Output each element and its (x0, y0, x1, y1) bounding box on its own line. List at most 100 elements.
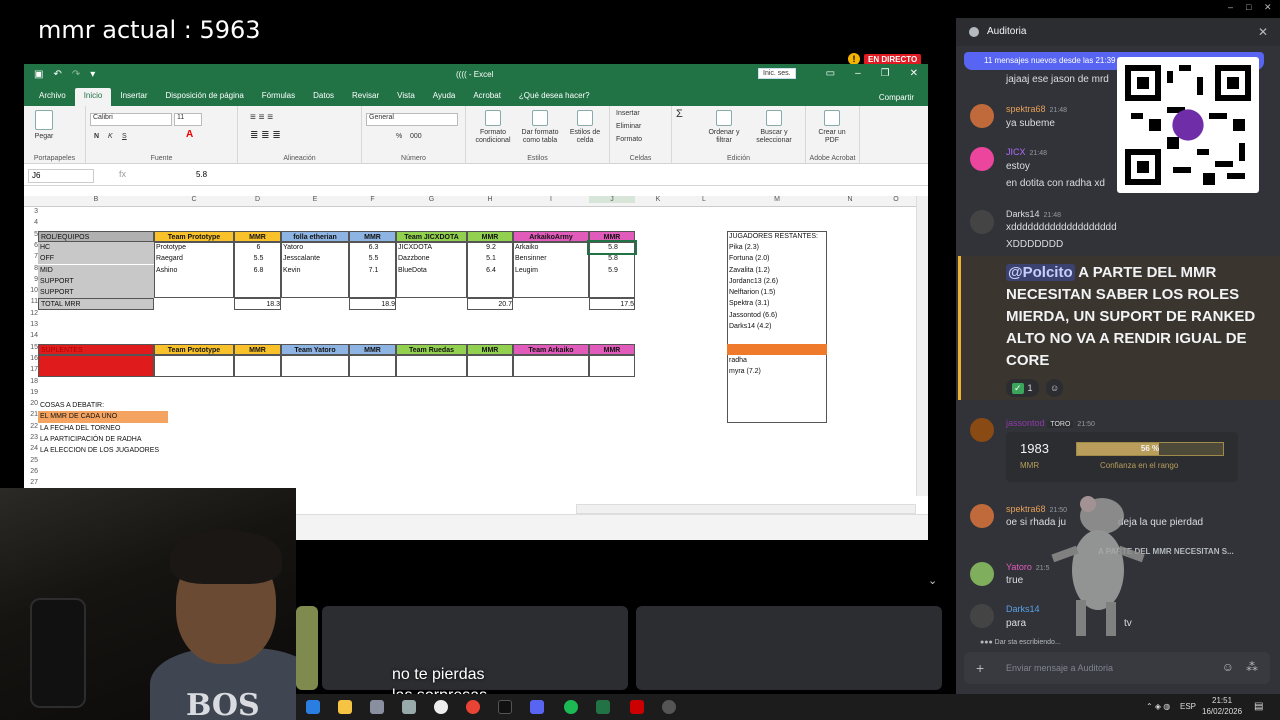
row-header[interactable]: 16 (24, 355, 38, 362)
suplentes-cell[interactable] (513, 354, 589, 378)
col-header[interactable]: I (513, 196, 589, 203)
avatar[interactable] (970, 562, 994, 586)
col-header[interactable]: G (396, 196, 467, 203)
cell-styles-button[interactable]: Estilos de celda (566, 110, 604, 145)
debate-cell[interactable]: LA ELECCION DE LOS JUGADORES (38, 445, 168, 456)
close-icon[interactable]: ✕ (910, 68, 918, 79)
app-icon[interactable] (402, 700, 416, 714)
row-header[interactable]: 19 (24, 389, 38, 396)
role-cell[interactable]: OFF (38, 253, 154, 265)
message-input[interactable]: + Enviar mensaje a Auditoria ☺ ⁂ (964, 652, 1270, 684)
avatar[interactable] (970, 210, 994, 234)
sort-filter-button[interactable]: Ordenar y filtrar (702, 110, 746, 145)
paste-button[interactable]: Pegar (32, 110, 56, 141)
col-header[interactable]: E (281, 196, 349, 203)
remaining-player[interactable]: Spektra (3.1) (727, 298, 827, 309)
player-cell[interactable]: JICXDOTA (396, 242, 467, 253)
col-header[interactable]: B (38, 196, 154, 203)
player-cell[interactable]: Ashino (154, 265, 234, 276)
edge-icon[interactable] (306, 700, 320, 714)
table2-header-cell[interactable]: Team Yatoro (281, 343, 349, 355)
cond-format-button[interactable]: Formato condicional (472, 110, 514, 145)
remaining-player[interactable]: Nelftarion (1.5) (727, 287, 827, 298)
table1-header-cell[interactable]: Team Prototype (154, 230, 234, 242)
table2-header-cell[interactable]: MMR (467, 343, 513, 355)
apps-icon[interactable]: ⁂ (1246, 660, 1258, 674)
table1-header-cell[interactable]: MMR (349, 230, 396, 242)
remaining-player[interactable]: radha (727, 355, 827, 366)
avatar[interactable] (970, 418, 994, 442)
table2-header-cell[interactable]: Team Arkaiko (513, 343, 589, 355)
suplentes-cell[interactable] (154, 354, 234, 378)
remaining-divider[interactable] (727, 343, 827, 355)
player-cell[interactable]: Kevin (281, 265, 349, 276)
row-header[interactable]: 11 (24, 298, 38, 305)
language-indicator[interactable]: ESP (1180, 702, 1196, 711)
find-select-button[interactable]: Buscar y seleccionar (752, 110, 796, 145)
mmr-cell[interactable]: 5.5 (234, 253, 281, 264)
total-mmr-cell[interactable]: 20.7 (467, 298, 513, 310)
row-header[interactable]: 15 (24, 344, 38, 351)
maximize-icon[interactable]: □ (1246, 2, 1251, 12)
mmr-cell[interactable]: 5.8 (589, 253, 635, 264)
suplentes-cell[interactable] (234, 354, 281, 378)
chevron-down-icon[interactable]: ⌄ (928, 574, 937, 587)
row-header[interactable]: 8 (24, 265, 38, 272)
insert-cells-button[interactable]: Insertar (616, 110, 640, 118)
player-cell[interactable]: BlueDota (396, 265, 467, 276)
suplentes-cell[interactable] (589, 354, 635, 378)
col-header[interactable]: J (589, 196, 635, 203)
remaining-player[interactable]: Jassontod (6.6) (727, 310, 827, 321)
table2-header-cell[interactable]: Team Ruedas (396, 343, 467, 355)
tab-insertar[interactable]: Insertar (111, 88, 156, 106)
close-icon[interactable]: ✕ (1258, 25, 1268, 39)
row-header[interactable]: 6 (24, 242, 38, 249)
tell-me-search[interactable]: ¿Qué desea hacer? (510, 88, 599, 106)
player-cell[interactable]: Prototype (154, 242, 234, 253)
share-button[interactable]: Compartir (879, 93, 914, 106)
remaining-player[interactable]: Jordanc13 (2.6) (727, 276, 827, 287)
emoji-icon[interactable]: ☺ (1222, 660, 1234, 674)
mmr-cell[interactable]: 9.2 (467, 242, 513, 253)
col-header[interactable]: C (154, 196, 234, 203)
underline-button[interactable]: S (122, 133, 127, 141)
tab-disposicion[interactable]: Disposición de página (157, 88, 253, 106)
delete-cells-button[interactable]: Eliminar (616, 123, 641, 131)
user-mention[interactable]: @Polcito (1006, 264, 1075, 281)
name-box[interactable]: J6 (28, 169, 94, 183)
table1-header-cell[interactable]: folla etherian (281, 230, 349, 242)
mmr-cell[interactable]: 6 (234, 242, 281, 253)
col-header[interactable]: L (681, 196, 727, 203)
avatar[interactable] (970, 504, 994, 528)
table1-header-cell[interactable]: MMR (234, 230, 281, 242)
row-header[interactable]: 18 (24, 378, 38, 385)
video-tile[interactable] (296, 606, 318, 690)
tab-acrobat[interactable]: Acrobat (464, 88, 510, 106)
table2-header-cell[interactable]: Team Prototype (154, 343, 234, 355)
row-header[interactable]: 22 (24, 423, 38, 430)
remaining-player[interactable]: Darks14 (4.2) (727, 321, 827, 332)
row-header[interactable]: 9 (24, 276, 38, 283)
row-header[interactable]: 12 (24, 310, 38, 317)
row-header[interactable]: 5 (24, 231, 38, 238)
selected-cell[interactable] (587, 239, 637, 256)
obs-icon[interactable] (434, 700, 448, 714)
mmr-cell[interactable]: 6.4 (467, 265, 513, 276)
row-header[interactable]: 23 (24, 434, 38, 441)
col-header[interactable]: N (827, 196, 873, 203)
save-icon[interactable]: ▣ (34, 69, 43, 80)
table1-header-cell[interactable]: ROL/EQUIPOS (38, 230, 154, 242)
debate-cell[interactable]: EL MMR DE CADA UNO (38, 411, 168, 423)
avatar[interactable] (970, 104, 994, 128)
tab-archivo[interactable]: Archivo (30, 88, 75, 106)
redo-icon[interactable]: ↷ (72, 69, 80, 80)
video-tile[interactable] (636, 606, 942, 690)
dota-icon[interactable] (630, 700, 644, 714)
italic-button[interactable]: K (108, 133, 113, 141)
mmr-cell[interactable]: 5.9 (589, 265, 635, 276)
discord-icon[interactable] (530, 700, 544, 714)
folder-icon[interactable] (338, 700, 352, 714)
table1-header-cell[interactable]: ArkaikoArmy (513, 230, 589, 242)
role-cell[interactable]: SUPPORT (38, 287, 154, 299)
suplentes-cell[interactable] (281, 354, 349, 378)
